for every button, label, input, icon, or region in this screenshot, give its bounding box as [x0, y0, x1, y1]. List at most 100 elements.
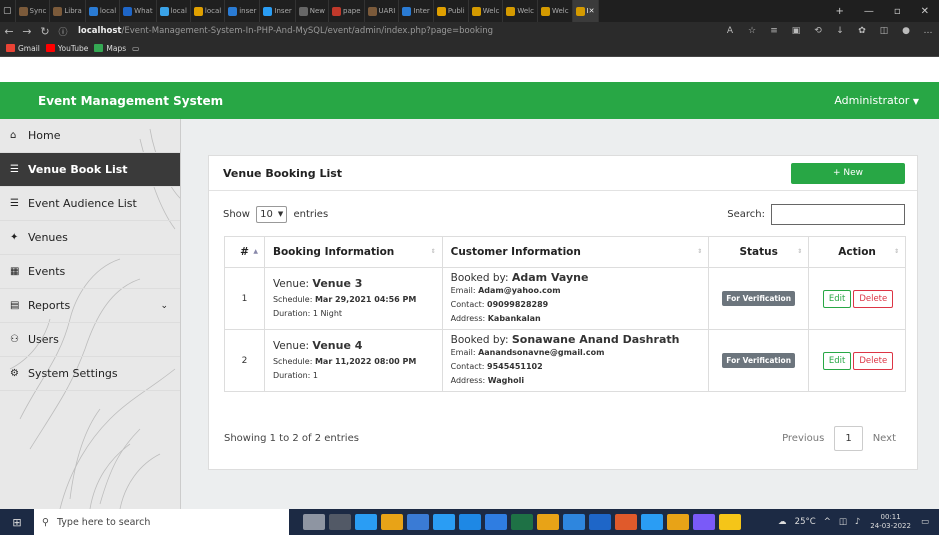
volume-icon[interactable]: ♪	[855, 517, 860, 527]
taskbar-app-icon[interactable]	[589, 514, 611, 530]
browser-tab[interactable]: Welc	[503, 0, 538, 22]
forward-icon[interactable]: →	[18, 25, 36, 38]
column-header[interactable]: # ▲	[224, 236, 265, 268]
browser-tab[interactable]: Welc	[469, 0, 504, 22]
chevron-up-icon[interactable]: ^	[824, 517, 831, 527]
browser-tab[interactable]: pape	[329, 0, 365, 22]
favorites-list-icon[interactable]: ≡	[763, 26, 785, 36]
back-icon[interactable]: ←	[0, 25, 18, 38]
download-icon[interactable]: ↓	[829, 26, 851, 36]
weather-temp[interactable]: 25°C	[795, 517, 816, 527]
taskbar-app-icon[interactable]	[329, 514, 351, 530]
close-tab-icon[interactable]: ✕	[589, 7, 595, 15]
network-icon[interactable]: ◫	[839, 517, 847, 527]
edit-button[interactable]: Edit	[822, 289, 852, 308]
browser-tab[interactable]: What	[120, 0, 157, 22]
browser-tab[interactable]: Publi	[434, 0, 469, 22]
column-header[interactable]: Booking Information ⇕	[263, 236, 443, 268]
sidebar-item[interactable]: ☰ Venue Book List	[0, 153, 180, 187]
restore-button[interactable]: ▫	[884, 6, 911, 17]
new-booking-button[interactable]: + New	[791, 162, 905, 184]
browser-tab-active[interactable]: I ✕	[572, 0, 599, 22]
page-1-button[interactable]: 1	[834, 426, 863, 451]
browser-tab[interactable]: Inser	[260, 0, 296, 22]
taskbar-app-icon[interactable]	[459, 514, 481, 530]
admin-dropdown[interactable]: Administrator ▼	[834, 94, 919, 107]
taskbar-app-icon[interactable]	[407, 514, 429, 530]
bookmark-item[interactable]: Gmail	[6, 44, 40, 53]
booking-card: Venue Booking List + New Show 10 ▼ entrie…	[208, 155, 918, 470]
sidebar-item[interactable]: ▦ Events	[0, 255, 180, 289]
sidebar-item[interactable]: ⌂ Home	[0, 119, 180, 153]
taskbar-app-icon[interactable]	[433, 514, 455, 530]
bookmark-item[interactable]: YouTube	[45, 44, 88, 53]
profile-avatar[interactable]: ●	[895, 26, 917, 36]
next-page-button[interactable]: Next	[863, 433, 906, 444]
taskbar-app-icon[interactable]	[667, 514, 689, 530]
column-header[interactable]: Customer Information ⇕	[441, 236, 710, 268]
clock[interactable]: 00:11 24-03-2022	[870, 513, 911, 531]
delete-button[interactable]: Delete	[853, 351, 894, 370]
collections-icon[interactable]: ▣	[785, 26, 807, 36]
new-tab-button[interactable]: +	[825, 6, 853, 17]
more-icon[interactable]: …	[917, 26, 939, 36]
column-header[interactable]: Action ⇕	[808, 236, 906, 268]
entries-select[interactable]: 10 ▼	[256, 205, 288, 223]
weather-icon[interactable]: ☁	[778, 517, 787, 527]
read-aloud-icon[interactable]: A	[719, 26, 741, 36]
sidebar-item-label: Reports	[28, 299, 71, 312]
browser-tab[interactable]: Inter	[399, 0, 434, 22]
sidebar-item[interactable]: ⚙ System Settings	[0, 357, 180, 391]
sidebar-item[interactable]: ▤ Reports ⌄	[0, 289, 180, 323]
extensions-icon[interactable]: ✿	[851, 26, 873, 36]
sidebar-item[interactable]: ⚇ Users	[0, 323, 180, 357]
close-window-button[interactable]: ✕	[911, 6, 939, 17]
history-icon[interactable]: ⟲	[807, 26, 829, 36]
wallet-icon[interactable]: ◫	[873, 26, 895, 36]
browser-tab[interactable]: Libra	[50, 0, 86, 22]
bookmark-folder-icon[interactable]: ▭	[132, 44, 139, 53]
browser-tab[interactable]: local	[86, 0, 121, 22]
favorite-icon[interactable]: ☆	[741, 26, 763, 36]
browser-tab[interactable]: Welc	[538, 0, 573, 22]
taskbar-app-icon[interactable]	[641, 514, 663, 530]
taskbar-search-box[interactable]: ⚲ Type here to search	[34, 509, 289, 535]
taskbar-app-icon[interactable]	[381, 514, 403, 530]
tab-favicon-icon	[88, 6, 98, 16]
windows-start-icon[interactable]: ⊞	[0, 516, 34, 529]
sidebar-item[interactable]: ☰ Event Audience List	[0, 187, 180, 221]
browser-tab[interactable]: local	[157, 0, 191, 22]
sidebar-item[interactable]: ✦ Venues	[0, 221, 180, 255]
sidebar-item-label: Venue Book List	[28, 163, 128, 176]
taskbar-app-icon[interactable]	[537, 514, 559, 530]
column-header[interactable]: Status ⇕	[708, 236, 810, 268]
taskbar-app-icon[interactable]	[303, 514, 325, 530]
taskbar-app-icon[interactable]	[615, 514, 637, 530]
taskbar-app-icon[interactable]	[693, 514, 715, 530]
taskbar-app-icon[interactable]	[355, 514, 377, 530]
taskbar-app-icon[interactable]	[563, 514, 585, 530]
bookmark-item[interactable]: Maps	[94, 44, 126, 53]
edit-button[interactable]: Edit	[822, 351, 852, 370]
taskbar-app-icon[interactable]	[485, 514, 507, 530]
booked-by-label: Booked by:	[450, 334, 509, 346]
browser-tab[interactable]: inser	[225, 0, 261, 22]
browser-tab[interactable]: Sync	[16, 0, 51, 22]
column-header-label: #	[240, 246, 249, 258]
browser-tab[interactable]: UARI	[365, 0, 400, 22]
taskbar-app-icon[interactable]	[511, 514, 533, 530]
delete-button[interactable]: Delete	[853, 289, 894, 308]
browser-address-bar: ← → ↻ ⓘ localhost/Event-Management-Syste…	[0, 22, 939, 40]
minimize-button[interactable]: —	[854, 6, 884, 17]
taskbar-app-icon[interactable]	[719, 514, 741, 530]
tab-overview-button[interactable]: ▢	[0, 0, 16, 22]
previous-page-button[interactable]: Previous	[772, 433, 834, 444]
notification-icon[interactable]: ▭	[921, 517, 929, 527]
browser-tab[interactable]: local	[191, 0, 226, 22]
info-icon[interactable]: ⓘ	[54, 25, 72, 38]
refresh-icon[interactable]: ↻	[36, 25, 54, 38]
browser-tab[interactable]: New	[296, 0, 330, 22]
show-label: Show	[223, 208, 250, 220]
url-field[interactable]: localhost/Event-Management-System-In-PHP…	[78, 26, 719, 36]
search-input[interactable]	[771, 203, 905, 225]
